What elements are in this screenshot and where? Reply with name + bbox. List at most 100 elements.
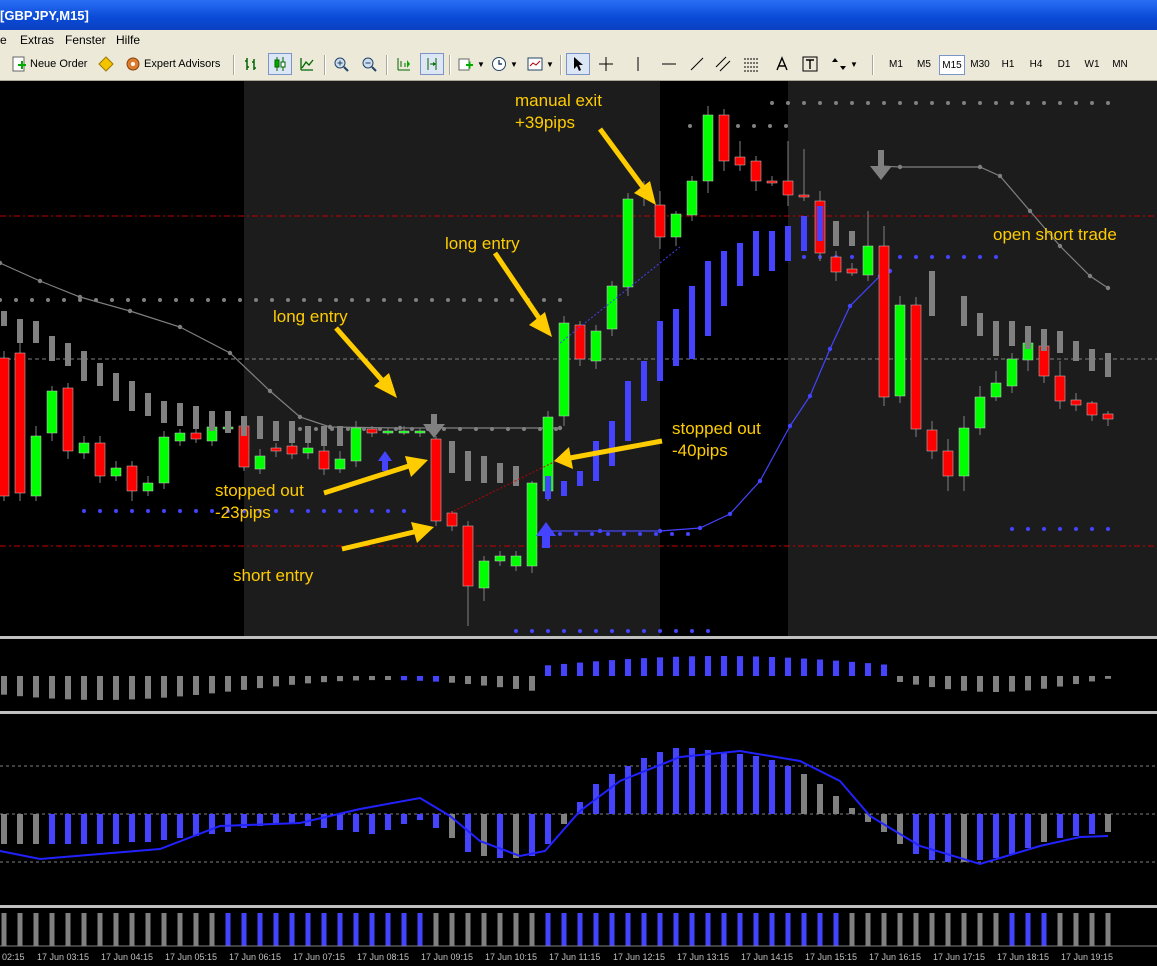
periods-button[interactable]: ▼ [488, 53, 521, 75]
time-axis-label: 17 Jun 19:15 [1061, 952, 1113, 962]
histogram-bar [337, 676, 343, 682]
candle-body [1006, 358, 1018, 387]
timeframe-m30[interactable]: M30 [967, 55, 993, 75]
ghost-bar [1, 311, 7, 326]
oscillator-bar [1009, 814, 1015, 854]
chart-shift-button[interactable] [420, 53, 444, 75]
clock-icon [491, 56, 507, 72]
oscillator-signal-line [0, 749, 1109, 866]
candle-body [446, 512, 458, 527]
histogram-bar [529, 676, 535, 691]
timeframe-m15[interactable]: M15 [939, 55, 965, 75]
histogram-bar [449, 676, 455, 683]
candle-body [30, 435, 42, 497]
candle-body [846, 268, 858, 274]
trail-dot [77, 294, 83, 300]
ghost-bar [289, 421, 295, 443]
level-dot [514, 629, 518, 633]
trend-bar [817, 913, 823, 946]
ghost-bar [689, 286, 695, 359]
level-dot [914, 255, 918, 259]
ghost-bar [753, 231, 759, 276]
timeframe-w1[interactable]: W1 [1079, 55, 1105, 75]
vertical-line-button[interactable] [627, 53, 649, 75]
bar-chart-button[interactable] [240, 53, 262, 75]
zoom-out-button[interactable] [358, 53, 380, 75]
equidistant-channel-button[interactable] [712, 53, 734, 75]
menu-item-fenster[interactable]: Fenster [65, 33, 106, 47]
oscillator-bar [481, 814, 487, 856]
histogram-bar [65, 676, 71, 700]
level-dot [1090, 527, 1094, 531]
timeframe-d1[interactable]: D1 [1051, 55, 1077, 75]
level-dot [398, 298, 402, 302]
timeframe-mn[interactable]: MN [1107, 55, 1133, 75]
trend-bar [433, 913, 439, 946]
ghost-bar [65, 343, 71, 366]
level-dot [158, 298, 162, 302]
oscillator-bar [977, 814, 983, 860]
candle-body [254, 455, 266, 470]
trend-bar [753, 913, 759, 946]
templates-button[interactable]: ▼ [524, 53, 557, 75]
fibonacci-button[interactable] [740, 53, 762, 75]
menu-item-hilfe[interactable]: Hilfe [116, 33, 140, 47]
panel-separator [0, 636, 1157, 639]
level-dot [1106, 101, 1110, 105]
stopped-out-label: stopped out [215, 481, 304, 500]
trend-bar [641, 913, 647, 946]
expert-advisors-button[interactable]: Expert Advisors [122, 53, 223, 75]
candle-body [366, 428, 378, 434]
level-dot [366, 298, 370, 302]
timeframe-m1[interactable]: M1 [883, 55, 909, 75]
line-chart-button[interactable] [296, 53, 318, 75]
level-dot [1074, 527, 1078, 531]
level-dot [446, 298, 450, 302]
histogram-bar [769, 656, 775, 676]
text-tool-button[interactable] [771, 53, 793, 75]
trend-bar [529, 913, 535, 946]
chart-shift-icon [424, 56, 440, 72]
new-order-button[interactable]: Neue Order [8, 53, 90, 75]
level-dot [290, 509, 294, 513]
oscillator-bar [913, 814, 919, 854]
level-dot [1042, 101, 1046, 105]
trend-bar [769, 913, 775, 946]
time-axis-label: 17 Jun 13:15 [677, 952, 729, 962]
horizontal-line-button[interactable] [658, 53, 680, 75]
text-label-button[interactable] [799, 53, 821, 75]
level-dot [1074, 101, 1078, 105]
level-dot [98, 509, 102, 513]
level-dot [946, 101, 950, 105]
zoom-in-button[interactable] [330, 53, 352, 75]
chart-area[interactable]: manual exit +39pips long entry long entr… [0, 81, 1157, 966]
indicators-button[interactable]: ▼ [455, 53, 488, 75]
menu-item-extras[interactable]: Extras [20, 33, 54, 47]
menu-item-view[interactable]: e [0, 33, 7, 47]
ghost-bar [641, 361, 647, 401]
candlestick-chart-button[interactable] [268, 53, 292, 75]
timeframe-h4[interactable]: H4 [1023, 55, 1049, 75]
histogram-bar [1073, 676, 1079, 685]
histogram-bar [177, 676, 183, 697]
histogram-bar [273, 676, 279, 687]
trend-bar [1089, 913, 1095, 946]
auto-scroll-button[interactable] [393, 53, 415, 75]
level-dot [562, 629, 566, 633]
trendline-button[interactable] [686, 53, 708, 75]
trend-bar [321, 913, 327, 946]
timeframe-m5[interactable]: M5 [911, 55, 937, 75]
chevron-down-icon: ▼ [546, 59, 554, 69]
candle-body [718, 114, 730, 162]
cursor-tool-button[interactable] [566, 53, 590, 75]
crosshair-tool-button[interactable] [595, 53, 617, 75]
trend-bar [625, 913, 631, 946]
meta-editor-button[interactable] [95, 53, 117, 75]
histogram-bar [865, 663, 871, 676]
trail-dot [807, 393, 813, 399]
horizontal-line-icon [661, 56, 677, 72]
arrows-button[interactable]: ▼ [828, 53, 861, 75]
trail-dot [1027, 208, 1033, 214]
timeframe-h1[interactable]: H1 [995, 55, 1021, 75]
chevron-down-icon: ▼ [477, 59, 485, 69]
